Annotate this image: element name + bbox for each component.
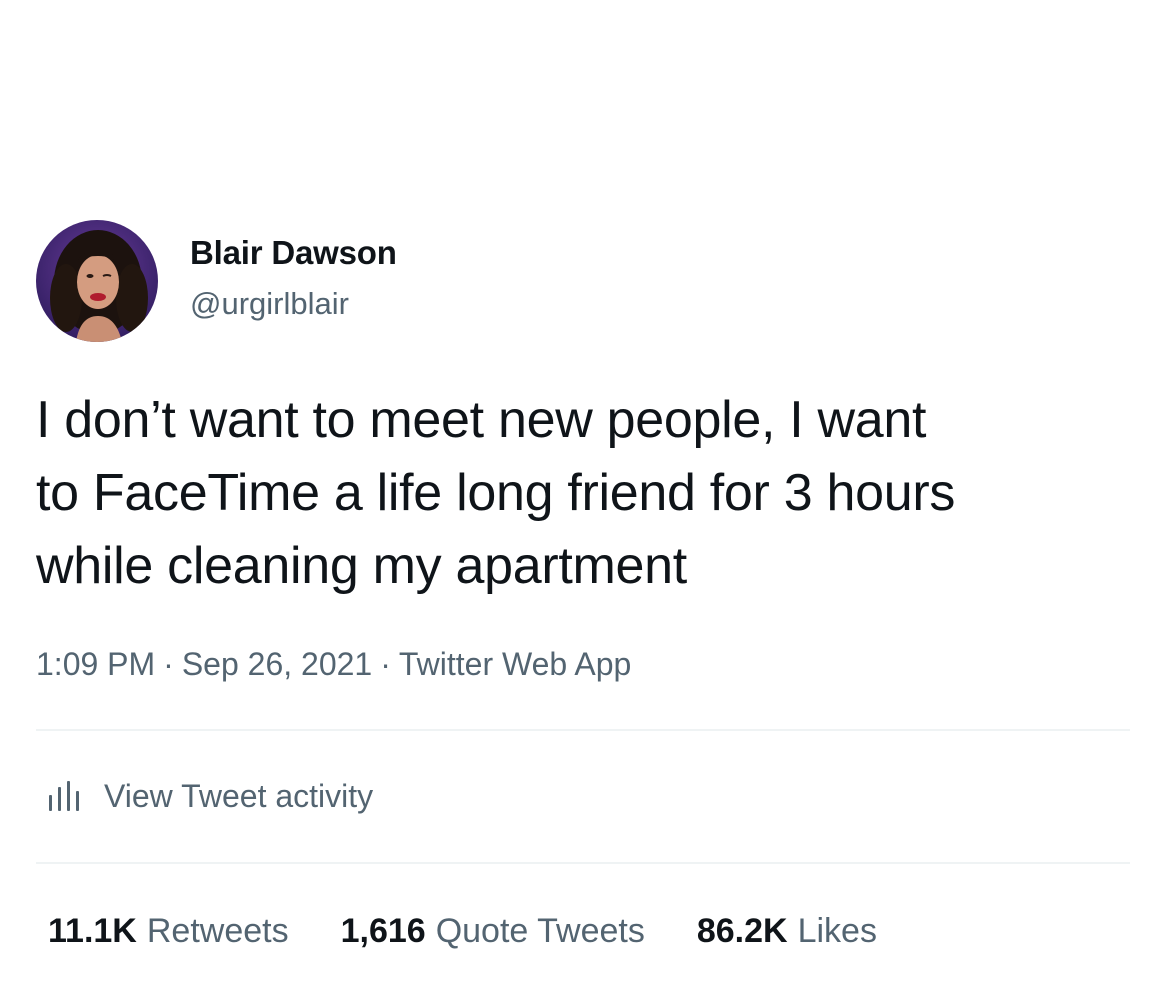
quote-tweets-count: 1,616 (340, 912, 426, 950)
author-display-name[interactable]: Blair Dawson (190, 233, 397, 273)
tweet-stats: 11.1K Retweets 1,616 Quote Tweets 86.2K Lik… (48, 908, 929, 954)
tweet-meta: 1:09 PM · Sep 26, 2021 · Twitter Web App (36, 642, 631, 686)
meta-separator: · (163, 646, 174, 682)
quote-tweets-stat[interactable]: 1,616 Quote Tweets (341, 908, 645, 954)
tweet-time[interactable]: 1:09 PM (36, 646, 155, 682)
tweet-source[interactable]: Twitter Web App (399, 646, 631, 682)
retweets-count: 11.1K (48, 912, 137, 950)
likes-count: 86.2K (696, 912, 788, 950)
divider (36, 862, 1130, 864)
author-handle[interactable]: @urgirlblair (190, 285, 397, 323)
avatar-image (36, 220, 158, 342)
retweets-stat[interactable]: 11.1K Retweets (48, 908, 289, 954)
avatar[interactable] (36, 220, 158, 342)
tweet-text-line: to FaceTime a life long friend for 3 hou… (36, 464, 956, 522)
view-tweet-activity-link[interactable]: View Tweet activity (36, 774, 373, 818)
author-identity: Blair Dawson @urgirlblair (190, 233, 397, 323)
retweets-label: Retweets (146, 912, 289, 950)
likes-label: Likes (797, 912, 877, 950)
tweet-header: Blair Dawson @urgirlblair (36, 220, 397, 342)
likes-stat[interactable]: 86.2K Likes (697, 908, 877, 954)
tweet-text-line: I don’t want to meet new people, I want (36, 391, 927, 449)
tweet-text-line: while cleaning my apartment (36, 537, 687, 595)
bar-chart-icon (46, 779, 82, 813)
tweet-date[interactable]: Sep 26, 2021 (182, 646, 372, 682)
quote-tweets-label: Quote Tweets (435, 912, 645, 950)
tweet-text: I don’t want to meet new people, I want … (36, 384, 1136, 603)
meta-separator: · (380, 646, 391, 682)
tweet: Blair Dawson @urgirlblair I don’t want t… (0, 0, 1167, 1002)
view-tweet-activity-label: View Tweet activity (104, 778, 374, 814)
divider (36, 729, 1130, 731)
